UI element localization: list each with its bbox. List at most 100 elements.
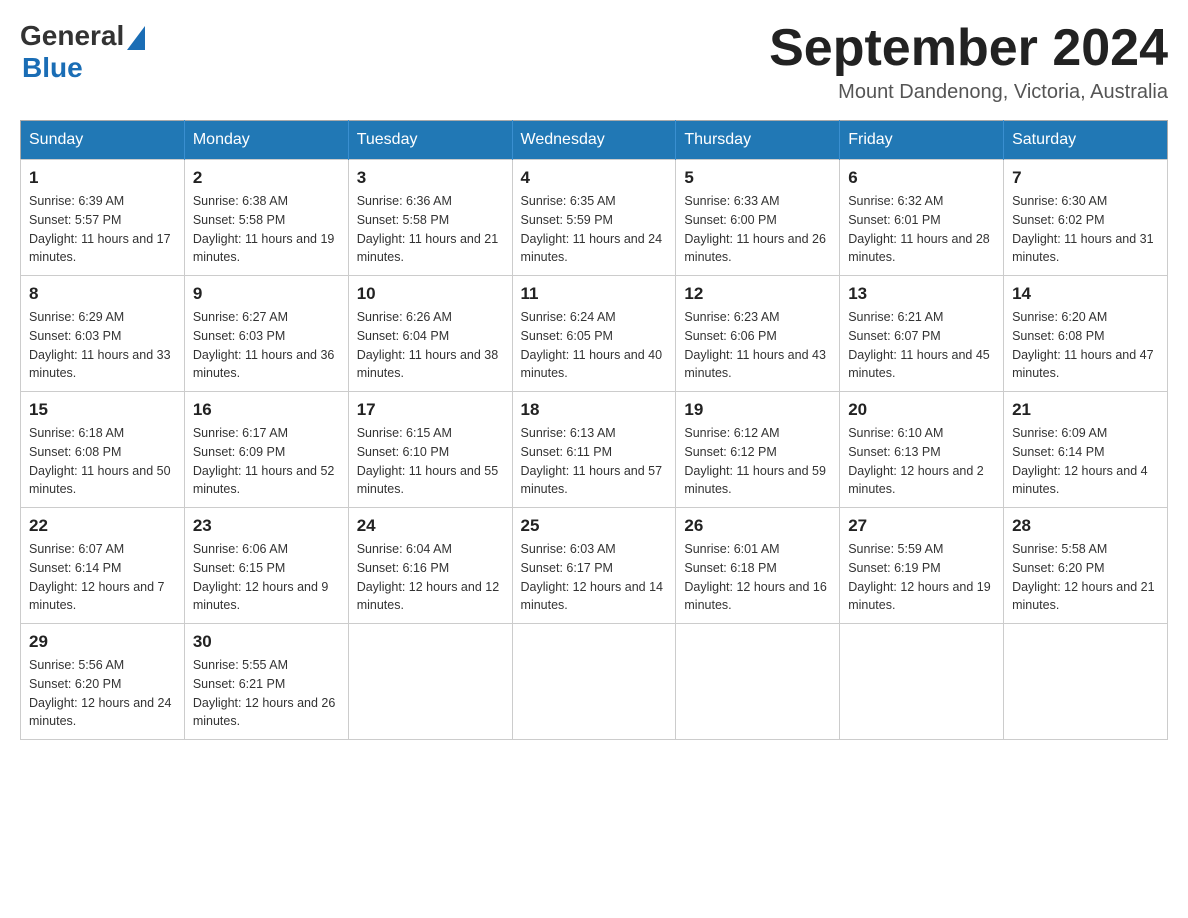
- calendar-cell: 2 Sunrise: 6:38 AMSunset: 5:58 PMDayligh…: [184, 160, 348, 276]
- day-number: 30: [193, 632, 340, 652]
- day-number: 25: [521, 516, 668, 536]
- day-number: 15: [29, 400, 176, 420]
- week-row-4: 22 Sunrise: 6:07 AMSunset: 6:14 PMDaylig…: [21, 508, 1168, 624]
- day-number: 26: [684, 516, 831, 536]
- day-info: Sunrise: 6:21 AMSunset: 6:07 PMDaylight:…: [848, 310, 990, 380]
- calendar-cell: 26 Sunrise: 6:01 AMSunset: 6:18 PMDaylig…: [676, 508, 840, 624]
- header: General Blue September 2024 Mount Danden…: [20, 20, 1168, 104]
- calendar-cell: 22 Sunrise: 6:07 AMSunset: 6:14 PMDaylig…: [21, 508, 185, 624]
- calendar-cell: 3 Sunrise: 6:36 AMSunset: 5:58 PMDayligh…: [348, 160, 512, 276]
- day-number: 16: [193, 400, 340, 420]
- day-number: 17: [357, 400, 504, 420]
- day-number: 21: [1012, 400, 1159, 420]
- calendar-cell: 1 Sunrise: 6:39 AMSunset: 5:57 PMDayligh…: [21, 160, 185, 276]
- day-info: Sunrise: 6:18 AMSunset: 6:08 PMDaylight:…: [29, 426, 171, 496]
- calendar-cell: 18 Sunrise: 6:13 AMSunset: 6:11 PMDaylig…: [512, 392, 676, 508]
- calendar-cell: 23 Sunrise: 6:06 AMSunset: 6:15 PMDaylig…: [184, 508, 348, 624]
- day-number: 22: [29, 516, 176, 536]
- day-info: Sunrise: 6:03 AMSunset: 6:17 PMDaylight:…: [521, 542, 663, 612]
- day-info: Sunrise: 5:59 AMSunset: 6:19 PMDaylight:…: [848, 542, 990, 612]
- day-number: 10: [357, 284, 504, 304]
- day-info: Sunrise: 6:29 AMSunset: 6:03 PMDaylight:…: [29, 310, 171, 380]
- day-number: 6: [848, 168, 995, 188]
- day-number: 13: [848, 284, 995, 304]
- day-info: Sunrise: 6:24 AMSunset: 6:05 PMDaylight:…: [521, 310, 663, 380]
- calendar-cell: 15 Sunrise: 6:18 AMSunset: 6:08 PMDaylig…: [21, 392, 185, 508]
- day-number: 23: [193, 516, 340, 536]
- header-friday: Friday: [840, 121, 1004, 160]
- week-row-1: 1 Sunrise: 6:39 AMSunset: 5:57 PMDayligh…: [21, 160, 1168, 276]
- day-number: 28: [1012, 516, 1159, 536]
- day-info: Sunrise: 6:15 AMSunset: 6:10 PMDaylight:…: [357, 426, 499, 496]
- day-number: 9: [193, 284, 340, 304]
- day-info: Sunrise: 6:13 AMSunset: 6:11 PMDaylight:…: [521, 426, 663, 496]
- calendar-cell: 7 Sunrise: 6:30 AMSunset: 6:02 PMDayligh…: [1004, 160, 1168, 276]
- day-number: 12: [684, 284, 831, 304]
- calendar-cell: 19 Sunrise: 6:12 AMSunset: 6:12 PMDaylig…: [676, 392, 840, 508]
- day-info: Sunrise: 6:17 AMSunset: 6:09 PMDaylight:…: [193, 426, 335, 496]
- calendar-cell: [676, 624, 840, 740]
- day-info: Sunrise: 6:30 AMSunset: 6:02 PMDaylight:…: [1012, 194, 1154, 264]
- week-row-5: 29 Sunrise: 5:56 AMSunset: 6:20 PMDaylig…: [21, 624, 1168, 740]
- calendar-table: Sunday Monday Tuesday Wednesday Thursday…: [20, 120, 1168, 740]
- day-number: 8: [29, 284, 176, 304]
- day-number: 2: [193, 168, 340, 188]
- header-wednesday: Wednesday: [512, 121, 676, 160]
- day-info: Sunrise: 6:07 AMSunset: 6:14 PMDaylight:…: [29, 542, 165, 612]
- calendar-cell: 21 Sunrise: 6:09 AMSunset: 6:14 PMDaylig…: [1004, 392, 1168, 508]
- day-info: Sunrise: 6:12 AMSunset: 6:12 PMDaylight:…: [684, 426, 826, 496]
- header-tuesday: Tuesday: [348, 121, 512, 160]
- day-info: Sunrise: 6:33 AMSunset: 6:00 PMDaylight:…: [684, 194, 826, 264]
- week-row-3: 15 Sunrise: 6:18 AMSunset: 6:08 PMDaylig…: [21, 392, 1168, 508]
- calendar-cell: 11 Sunrise: 6:24 AMSunset: 6:05 PMDaylig…: [512, 276, 676, 392]
- week-row-2: 8 Sunrise: 6:29 AMSunset: 6:03 PMDayligh…: [21, 276, 1168, 392]
- day-number: 14: [1012, 284, 1159, 304]
- location-title: Mount Dandenong, Victoria, Australia: [769, 81, 1168, 104]
- day-info: Sunrise: 6:36 AMSunset: 5:58 PMDaylight:…: [357, 194, 499, 264]
- day-info: Sunrise: 6:23 AMSunset: 6:06 PMDaylight:…: [684, 310, 826, 380]
- calendar-cell: 28 Sunrise: 5:58 AMSunset: 6:20 PMDaylig…: [1004, 508, 1168, 624]
- month-title: September 2024: [769, 20, 1168, 77]
- calendar-cell: [512, 624, 676, 740]
- day-number: 24: [357, 516, 504, 536]
- header-thursday: Thursday: [676, 121, 840, 160]
- day-info: Sunrise: 5:58 AMSunset: 6:20 PMDaylight:…: [1012, 542, 1154, 612]
- day-info: Sunrise: 6:32 AMSunset: 6:01 PMDaylight:…: [848, 194, 990, 264]
- calendar-cell: 29 Sunrise: 5:56 AMSunset: 6:20 PMDaylig…: [21, 624, 185, 740]
- calendar-cell: 13 Sunrise: 6:21 AMSunset: 6:07 PMDaylig…: [840, 276, 1004, 392]
- calendar-cell: [840, 624, 1004, 740]
- day-number: 3: [357, 168, 504, 188]
- day-number: 1: [29, 168, 176, 188]
- day-number: 29: [29, 632, 176, 652]
- header-monday: Monday: [184, 121, 348, 160]
- day-info: Sunrise: 5:55 AMSunset: 6:21 PMDaylight:…: [193, 658, 335, 728]
- calendar-cell: 16 Sunrise: 6:17 AMSunset: 6:09 PMDaylig…: [184, 392, 348, 508]
- calendar-cell: 5 Sunrise: 6:33 AMSunset: 6:00 PMDayligh…: [676, 160, 840, 276]
- calendar-cell: 6 Sunrise: 6:32 AMSunset: 6:01 PMDayligh…: [840, 160, 1004, 276]
- day-number: 20: [848, 400, 995, 420]
- day-info: Sunrise: 6:01 AMSunset: 6:18 PMDaylight:…: [684, 542, 826, 612]
- logo-triangle-icon: [124, 20, 147, 52]
- day-number: 27: [848, 516, 995, 536]
- day-info: Sunrise: 6:35 AMSunset: 5:59 PMDaylight:…: [521, 194, 663, 264]
- page-container: General Blue September 2024 Mount Danden…: [20, 20, 1168, 740]
- day-number: 7: [1012, 168, 1159, 188]
- day-number: 19: [684, 400, 831, 420]
- day-number: 5: [684, 168, 831, 188]
- calendar-cell: 9 Sunrise: 6:27 AMSunset: 6:03 PMDayligh…: [184, 276, 348, 392]
- day-number: 18: [521, 400, 668, 420]
- title-area: September 2024 Mount Dandenong, Victoria…: [769, 20, 1168, 104]
- day-info: Sunrise: 6:38 AMSunset: 5:58 PMDaylight:…: [193, 194, 335, 264]
- calendar-cell: 20 Sunrise: 6:10 AMSunset: 6:13 PMDaylig…: [840, 392, 1004, 508]
- calendar-cell: [1004, 624, 1168, 740]
- header-sunday: Sunday: [21, 121, 185, 160]
- calendar-cell: 25 Sunrise: 6:03 AMSunset: 6:17 PMDaylig…: [512, 508, 676, 624]
- day-info: Sunrise: 6:06 AMSunset: 6:15 PMDaylight:…: [193, 542, 329, 612]
- logo-area: General Blue: [20, 20, 147, 84]
- logo-wrapper: General: [20, 20, 147, 52]
- logo-blue: Blue: [22, 52, 83, 83]
- logo-general: General: [20, 20, 124, 52]
- day-info: Sunrise: 5:56 AMSunset: 6:20 PMDaylight:…: [29, 658, 171, 728]
- day-number: 11: [521, 284, 668, 304]
- weekday-header-row: Sunday Monday Tuesday Wednesday Thursday…: [21, 121, 1168, 160]
